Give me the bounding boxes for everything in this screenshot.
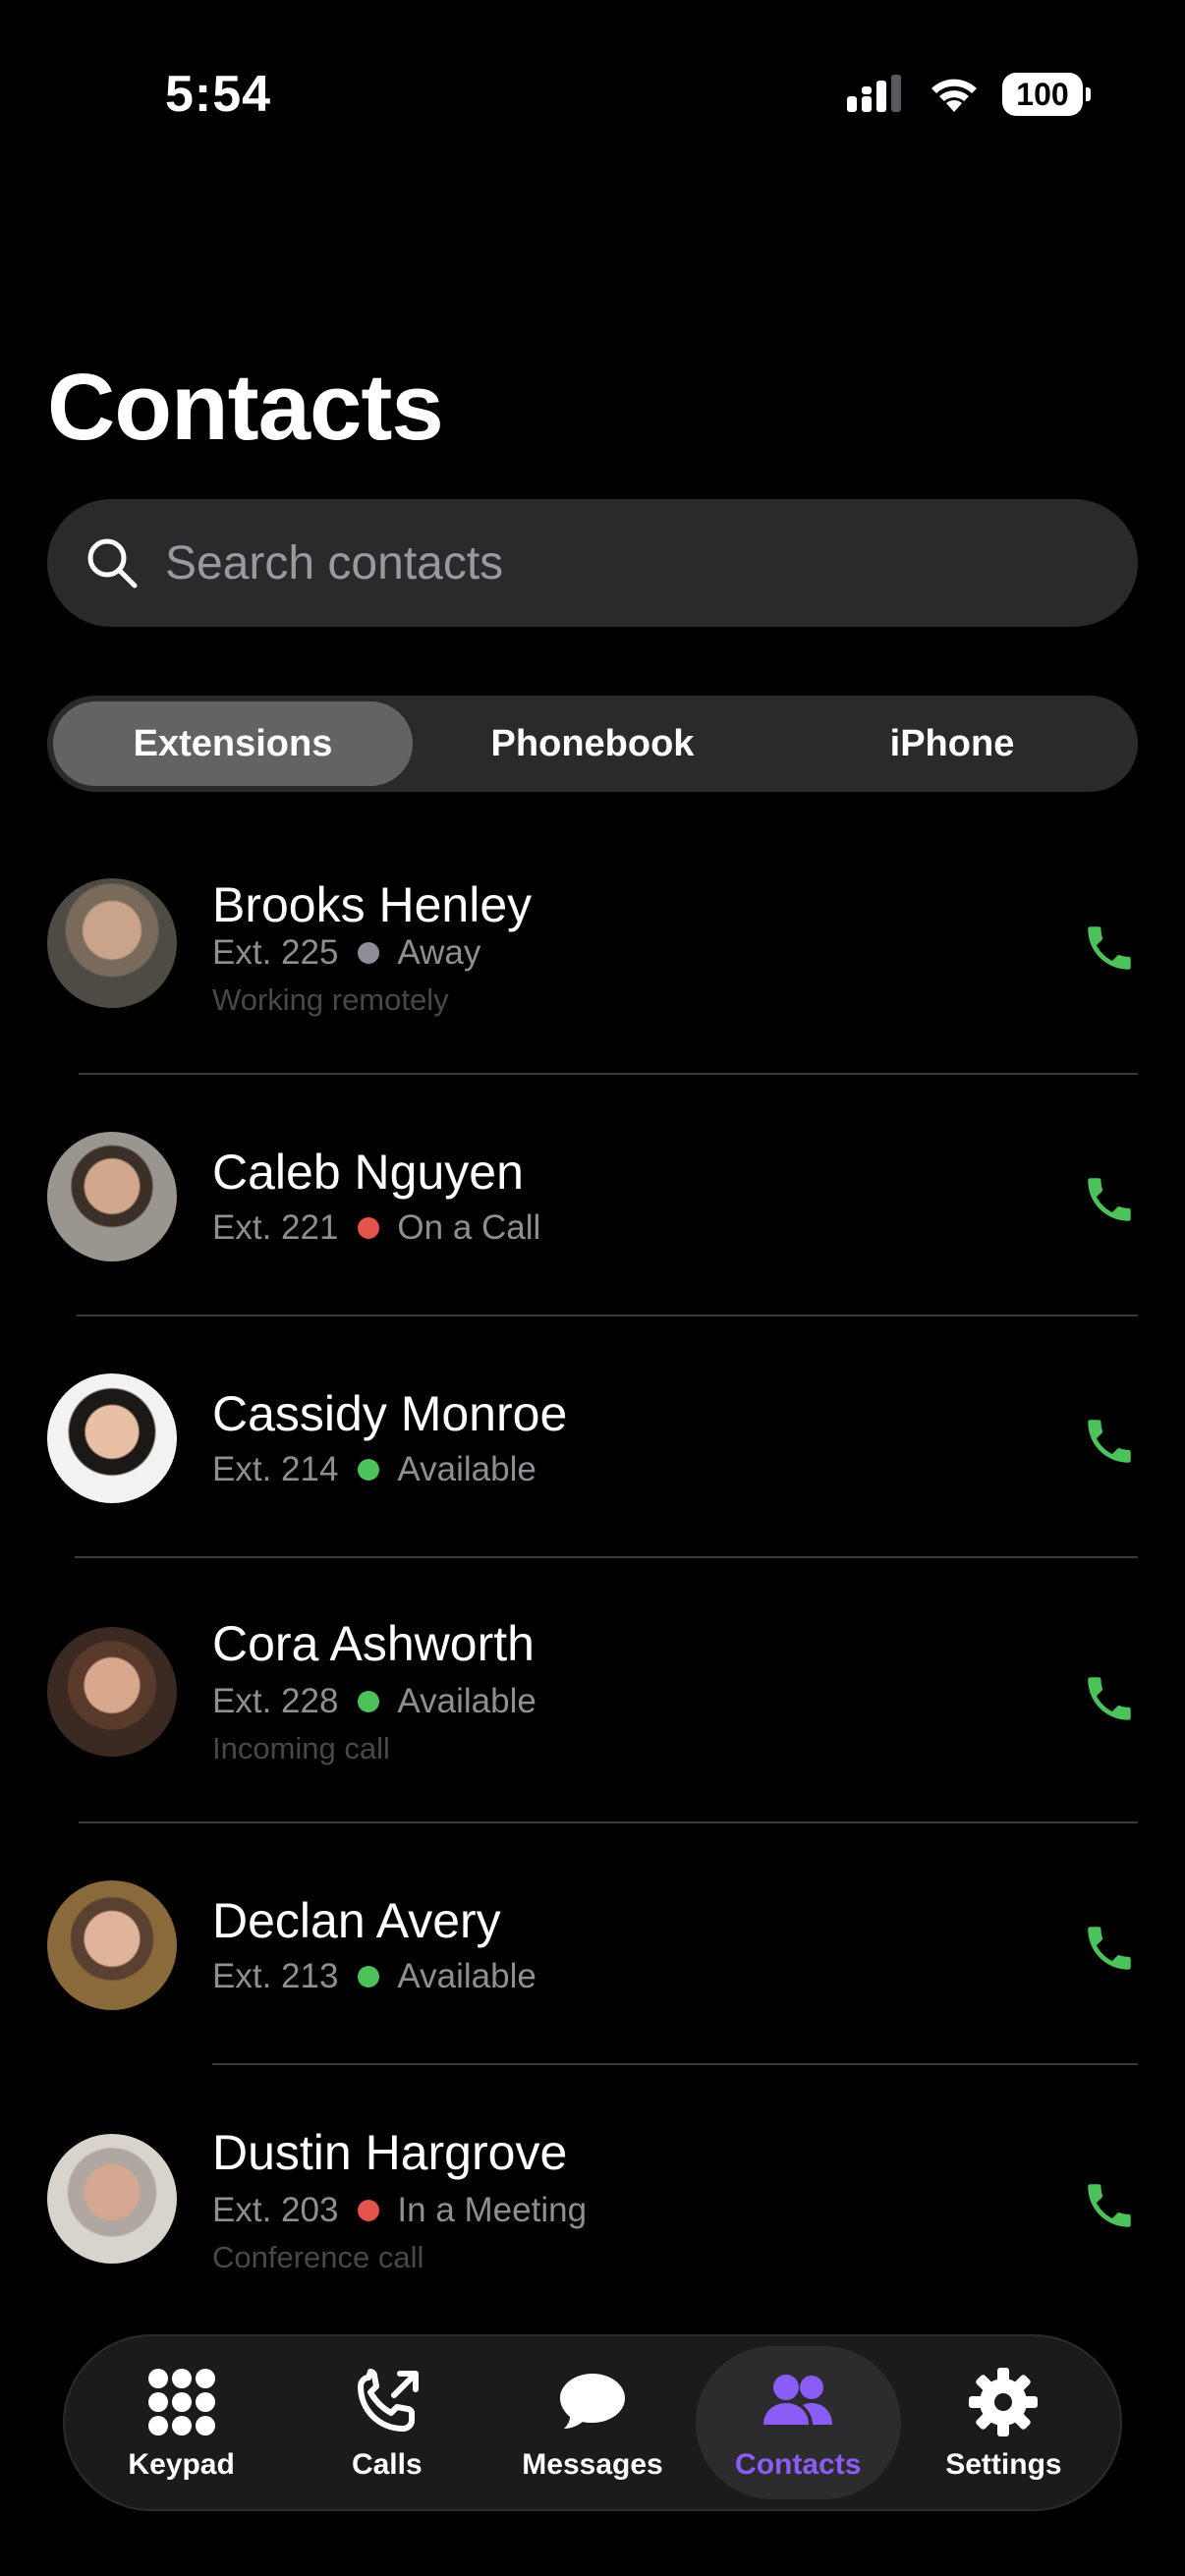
divider — [212, 2063, 1138, 2065]
avatar — [47, 878, 177, 1008]
presence-status: Available — [397, 1450, 536, 1488]
status-bar: 5:54 100 — [0, 0, 1185, 187]
presence-status: On a Call — [397, 1208, 541, 1247]
contact-row[interactable]: Declan Avery Ext. 213 Available — [0, 1880, 1185, 2057]
keypad-icon — [147, 2369, 215, 2436]
battery-indicator: 100 — [1002, 73, 1091, 116]
contact-row[interactable]: Brooks Henley Ext. 225 Away Working remo… — [0, 865, 1185, 1075]
avatar — [47, 1373, 177, 1503]
contact-name: Dustin Hargrove — [212, 2125, 568, 2180]
contact-name: Brooks Henley — [212, 877, 533, 932]
status-dot — [358, 1966, 380, 1988]
search-input[interactable] — [165, 535, 1049, 590]
wifi-icon — [931, 79, 977, 112]
divider — [75, 1556, 1138, 1558]
presence-status: Available — [397, 1682, 536, 1720]
outgoing-call-icon — [357, 2369, 419, 2432]
contact-source-segmented-control: Extensions Phonebook iPhone — [47, 696, 1138, 792]
divider — [79, 1073, 1138, 1075]
contact-row[interactable]: Cassidy Monroe Ext. 214 Available — [0, 1373, 1185, 1550]
status-dot — [358, 1691, 380, 1712]
status-dot — [358, 1459, 380, 1481]
call-button-phone-icon[interactable] — [1081, 1413, 1138, 1470]
tab-messages[interactable]: Messages — [489, 2346, 695, 2499]
extension-number: Ext. 214 — [212, 1450, 339, 1488]
cellular-signal-icon — [847, 75, 901, 112]
avatar — [47, 1627, 177, 1757]
avatar — [47, 1132, 177, 1261]
tab-label: Contacts — [735, 2448, 862, 2481]
presence-status: Available — [397, 1957, 536, 1995]
tab-bar: Keypad Calls Messages Contacts Settings — [63, 2334, 1122, 2511]
contact-extension-status: Ext. 228 Available — [212, 1682, 536, 1721]
contact-extension-status: Ext. 221 On a Call — [212, 1208, 540, 1248]
tab-label: Keypad — [128, 2448, 235, 2481]
extension-number: Ext. 213 — [212, 1957, 339, 1995]
message-bubble-icon — [560, 2374, 625, 2429]
contacts-icon — [763, 2375, 833, 2425]
call-button-phone-icon[interactable] — [1081, 1171, 1138, 1228]
search-bar[interactable] — [47, 499, 1138, 627]
gear-icon — [969, 2368, 1039, 2436]
status-note: Incoming call — [212, 1731, 390, 1765]
tab-settings[interactable]: Settings — [901, 2346, 1106, 2499]
presence-status: Away — [397, 933, 481, 972]
segment-phonebook[interactable]: Phonebook — [413, 701, 772, 786]
contact-extension-status: Ext. 214 Available — [212, 1450, 536, 1489]
contact-name: Declan Avery — [212, 1893, 501, 1948]
tab-contacts[interactable]: Contacts — [695, 2346, 901, 2499]
status-time: 5:54 — [165, 66, 272, 123]
extension-number: Ext. 221 — [212, 1208, 339, 1247]
tab-label: Settings — [945, 2448, 1062, 2481]
contact-extension-status: Ext. 213 Available — [212, 1957, 536, 1996]
contact-name: Cora Ashworth — [212, 1616, 535, 1671]
status-note: Conference call — [212, 2240, 424, 2274]
contact-row[interactable]: Dustin Hargrove Ext. 203 In a Meeting Co… — [0, 2122, 1185, 2338]
search-icon — [87, 538, 138, 588]
tab-label: Calls — [351, 2448, 423, 2481]
status-icons: 100 — [845, 73, 1091, 116]
segment-extensions[interactable]: Extensions — [53, 701, 413, 786]
call-button-phone-icon[interactable] — [1081, 1670, 1138, 1727]
extension-number: Ext. 228 — [212, 1682, 339, 1720]
contact-name: Cassidy Monroe — [212, 1386, 568, 1441]
tab-keypad[interactable]: Keypad — [79, 2346, 284, 2499]
avatar — [47, 1880, 177, 2010]
status-dot — [358, 942, 380, 964]
presence-status: In a Meeting — [397, 2191, 588, 2229]
extension-number: Ext. 203 — [212, 2191, 339, 2229]
call-button-phone-icon[interactable] — [1081, 920, 1138, 977]
status-note: Working remotely — [212, 982, 449, 1017]
segment-iphone[interactable]: iPhone — [772, 701, 1132, 786]
tab-label: Messages — [522, 2448, 663, 2481]
contact-row[interactable]: Caleb Nguyen Ext. 221 On a Call — [0, 1132, 1185, 1309]
divider — [79, 1821, 1138, 1823]
call-button-phone-icon[interactable] — [1081, 1920, 1138, 1977]
tab-calls[interactable]: Calls — [284, 2346, 489, 2499]
extension-number: Ext. 225 — [212, 933, 339, 972]
contact-row[interactable]: Cora Ashworth Ext. 228 Available Incomin… — [0, 1615, 1185, 1831]
status-dot — [358, 2200, 380, 2221]
page-title: Contacts — [47, 355, 444, 460]
contact-extension-status: Ext. 203 In a Meeting — [212, 2191, 587, 2230]
contact-name: Caleb Nguyen — [212, 1145, 524, 1200]
contact-extension-status: Ext. 225 Away — [212, 933, 480, 973]
avatar — [47, 2134, 177, 2264]
status-dot — [358, 1217, 380, 1239]
call-button-phone-icon[interactable] — [1081, 2177, 1138, 2234]
divider — [77, 1315, 1138, 1316]
